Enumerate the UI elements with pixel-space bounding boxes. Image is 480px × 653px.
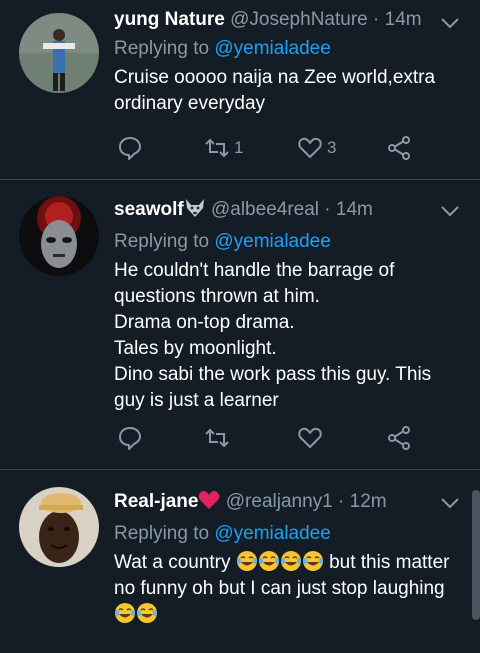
user-handle[interactable]: @albee4real	[211, 199, 319, 220]
share-nodes-icon	[388, 426, 410, 450]
display-name[interactable]: Real-jane	[114, 491, 198, 512]
tweet-header: seawolf @albee4real · 14m	[114, 198, 460, 225]
tweet-text-line: Tales by moonlight.	[114, 338, 277, 359]
replying-to: Replying to @yemialadee	[114, 230, 460, 254]
replying-to-label: Replying to	[114, 523, 210, 544]
tweet-text-line	[114, 602, 460, 628]
display-name[interactable]: seawolf	[114, 199, 184, 220]
retweet-arrows-icon	[205, 428, 229, 448]
retweet-button[interactable]	[204, 425, 230, 451]
replying-to: Replying to @yemialadee	[114, 37, 460, 61]
user-handle[interactable]: @realjanny1	[226, 491, 333, 512]
avatar[interactable]	[19, 196, 99, 276]
reply-button[interactable]	[117, 135, 143, 161]
face-with-tears-of-joy-emoji	[302, 551, 323, 571]
tweet-text-line: He couldn't handle the barrage of	[114, 260, 395, 281]
wolf-face-emoji	[184, 198, 206, 225]
chevron-down-icon[interactable]	[440, 496, 460, 510]
face-with-tears-of-joy-emoji	[137, 603, 157, 623]
face-with-tears-of-joy-emoji	[258, 551, 279, 571]
timestamp[interactable]: 14m	[385, 9, 422, 30]
like-button[interactable]: 3	[297, 135, 336, 161]
share-button[interactable]	[386, 425, 412, 451]
tweet-actions: 1 3	[114, 135, 420, 165]
tweet-header: Real-jane @realjanny1 · 12m	[114, 490, 460, 517]
speech-bubble-icon	[119, 427, 141, 450]
display-name[interactable]: yung Nature	[114, 9, 225, 30]
tweet-text: He couldn't handle the barrage of questi…	[114, 258, 460, 414]
tweet[interactable]: seawolf @albee4real · 14m Replying to @y…	[0, 180, 480, 470]
like-button[interactable]	[297, 425, 323, 451]
heart-icon	[298, 427, 322, 448]
tweet-text-line: Wat a country but this matter	[114, 550, 460, 576]
tweet-text: Wat a country but this matter no funny o…	[114, 550, 460, 628]
chevron-down-icon[interactable]	[440, 16, 460, 30]
user-handle[interactable]: @JosephNature	[230, 9, 368, 30]
tweet-text: Cruise ooooo naija na Zee world,extra or…	[114, 65, 460, 117]
reply-button[interactable]	[117, 425, 143, 451]
tweet[interactable]: Real-jane @realjanny1 · 12m Replying to …	[0, 470, 480, 653]
mention-link[interactable]: @yemialadee	[214, 523, 330, 544]
tweet-header: yung Nature @JosephNature · 14m	[114, 8, 460, 32]
tweet-text-line: ordinary everyday	[114, 93, 266, 114]
tweet-text-line: guy is just a learner	[114, 390, 279, 411]
separator-dot: ·	[324, 199, 331, 220]
replying-to-label: Replying to	[114, 38, 210, 59]
retweet-arrows-icon	[205, 138, 229, 158]
face-with-tears-of-joy-emoji	[280, 551, 301, 571]
red-heart-emoji	[198, 490, 220, 517]
face-with-tears-of-joy-emoji	[115, 603, 135, 623]
like-count: 3	[327, 138, 337, 157]
retweet-count: 1	[234, 138, 244, 157]
share-nodes-icon	[388, 136, 410, 160]
face-with-tears-of-joy-emoji	[236, 551, 257, 571]
tweet-text-line: questions thrown at him.	[114, 286, 320, 307]
timestamp[interactable]: 12m	[350, 491, 387, 512]
tweet-text-segment: but this matter	[329, 552, 450, 573]
replying-to: Replying to @yemialadee	[114, 522, 460, 546]
mention-link[interactable]: @yemialadee	[214, 231, 330, 252]
share-button[interactable]	[386, 135, 412, 161]
scrollbar[interactable]	[472, 490, 480, 620]
timeline-feed: yung Nature @JosephNature · 14m Replying…	[0, 0, 480, 653]
replying-to-label: Replying to	[114, 231, 210, 252]
avatar[interactable]	[19, 13, 99, 93]
heart-icon	[298, 137, 322, 158]
avatar[interactable]	[19, 487, 99, 567]
mention-link[interactable]: @yemialadee	[214, 38, 330, 59]
tweet-text-line: no funny oh but I can just stop laughing	[114, 578, 445, 599]
timestamp[interactable]: 14m	[336, 199, 373, 220]
speech-bubble-icon	[119, 137, 141, 160]
tweet-text-line: Dino sabi the work pass this guy. This	[114, 364, 432, 385]
retweet-button[interactable]: 1	[204, 135, 243, 161]
tweet-actions	[114, 425, 420, 455]
separator-dot: ·	[338, 491, 345, 512]
tweet-text-line: Drama on-top drama.	[114, 312, 295, 333]
tweet-text-segment: Wat a country	[114, 552, 231, 573]
tweet[interactable]: yung Nature @JosephNature · 14m Replying…	[0, 0, 480, 180]
tweet-text-line: Cruise ooooo naija na Zee world,extra	[114, 67, 436, 88]
chevron-down-icon[interactable]	[440, 204, 460, 218]
separator-dot: ·	[373, 9, 380, 30]
